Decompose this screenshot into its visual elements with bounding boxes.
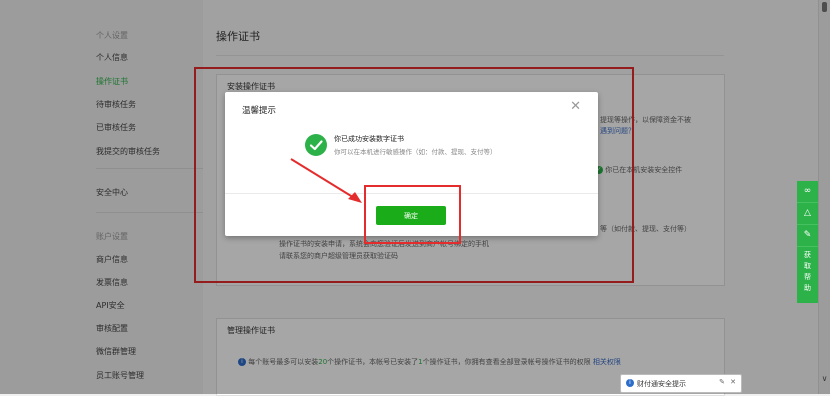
pin-icon[interactable]: ✎ [719,378,725,386]
close-icon[interactable]: ✕ [730,378,736,386]
security-tip-label: 财付通安全提示 [637,380,686,388]
security-tip-popup[interactable]: i 财付通安全提示 ✎ ✕ [620,374,742,393]
info-icon: i [626,379,634,387]
annotation-arrow [290,158,362,203]
